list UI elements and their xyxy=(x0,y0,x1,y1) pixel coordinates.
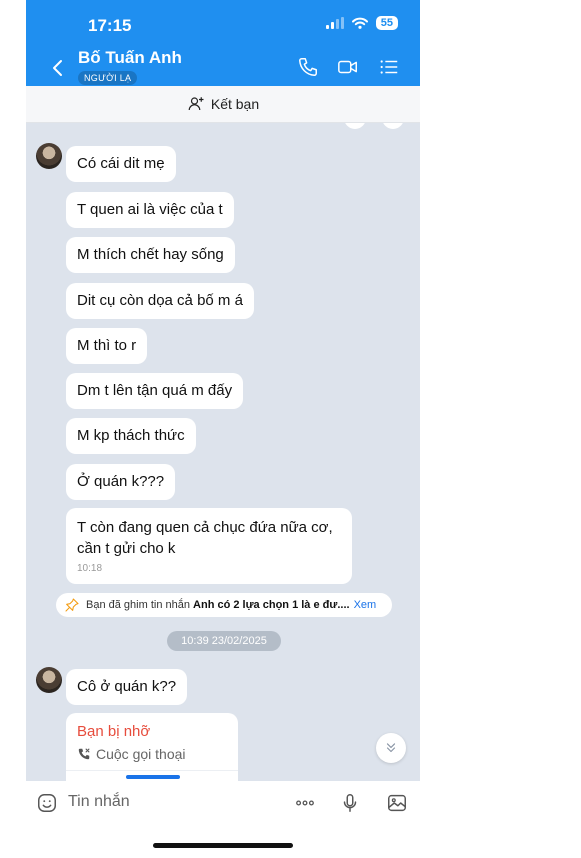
message-input-bar: Tin nhắn xyxy=(26,781,420,825)
missed-call-icon xyxy=(78,748,90,760)
date-divider: 10:39 23/02/2025 xyxy=(167,631,281,651)
message-bubble[interactable]: M thì to r xyxy=(66,328,148,364)
message-list[interactable]: Có cái dit mẹ T quen ai là việc của t M … xyxy=(26,123,420,781)
message-bubble[interactable]: Có cái dit mẹ xyxy=(66,146,176,182)
pinned-message-bar[interactable]: Bạn đã ghim tin nhắn Anh có 2 lựa chọn 1… xyxy=(56,593,392,617)
add-friend-label: Kết bạn xyxy=(210,96,260,112)
message-text: T còn đang quen cả chục đứa nữa cơ, cần … xyxy=(77,519,333,557)
message-bubble[interactable]: T quen ai là việc của t xyxy=(66,192,234,228)
phone-call-icon[interactable] xyxy=(297,56,319,78)
reaction-icon[interactable] xyxy=(344,123,366,129)
missed-call-subtitle: Cuộc gọi thoại xyxy=(77,746,186,762)
pinned-view-link[interactable]: Xem xyxy=(354,599,377,611)
chat-header: 17:15 55 Bố Tuấn Anh NGƯỜI LẠ xyxy=(26,0,420,86)
back-arrow-icon[interactable] xyxy=(46,56,70,80)
pinned-prefix: Bạn đã ghim tin nhắn xyxy=(86,599,190,611)
avatar[interactable] xyxy=(36,667,62,693)
add-friend-icon xyxy=(188,97,204,111)
pin-icon xyxy=(65,598,79,612)
phone-screen: 17:15 55 Bố Tuấn Anh NGƯỜI LẠ Kết bạn Có… xyxy=(26,0,420,858)
message-bubble[interactable]: Dit cụ còn dọa cả bố m á xyxy=(66,283,254,319)
message-bubble[interactable]: Cô ở quán k?? xyxy=(66,669,188,705)
message-timestamp: 10:18 xyxy=(77,563,103,574)
stranger-badge: NGƯỜI LẠ xyxy=(78,71,138,85)
microphone-icon[interactable] xyxy=(339,792,361,814)
message-bubble[interactable]: M thích chết hay sống xyxy=(66,237,235,273)
missed-call-title: Bạn bị nhỡ xyxy=(77,723,151,740)
call-back-button[interactable] xyxy=(126,775,180,779)
status-time: 17:15 xyxy=(88,16,132,35)
message-bubble[interactable]: Dm t lên tận quá m đấy xyxy=(66,373,244,409)
video-call-icon[interactable] xyxy=(337,56,359,78)
sticker-icon[interactable] xyxy=(36,792,58,814)
scroll-to-bottom-button[interactable] xyxy=(376,733,406,763)
image-icon[interactable] xyxy=(386,792,408,814)
divider xyxy=(66,770,238,771)
signal-icon xyxy=(325,17,344,29)
double-chevron-down-icon xyxy=(386,743,396,753)
battery-icon: 55 xyxy=(375,16,398,30)
avatar[interactable] xyxy=(36,143,62,169)
message-input[interactable]: Tin nhắn xyxy=(68,793,130,811)
contact-info[interactable]: Bố Tuấn Anh NGƯỜI LẠ xyxy=(78,48,182,86)
wifi-icon xyxy=(351,17,368,29)
message-bubble[interactable]: M kp thách thức xyxy=(66,418,196,454)
more-options-icon[interactable] xyxy=(294,792,316,814)
pinned-message: Anh có 2 lựa chọn 1 là e đư.... xyxy=(193,599,350,611)
message-bubble[interactable]: Ở quán k??? xyxy=(66,464,176,500)
status-icons: 55 xyxy=(325,16,398,30)
contact-name: Bố Tuấn Anh xyxy=(78,48,182,67)
add-friend-button[interactable]: Kết bạn xyxy=(26,86,420,123)
home-indicator xyxy=(153,843,293,848)
reaction-icon[interactable] xyxy=(382,123,404,129)
menu-list-icon[interactable] xyxy=(378,56,400,78)
message-bubble[interactable]: T còn đang quen cả chục đứa nữa cơ, cần … xyxy=(66,508,352,584)
missed-call-card[interactable]: Bạn bị nhỡ Cuộc gọi thoại xyxy=(66,713,238,781)
